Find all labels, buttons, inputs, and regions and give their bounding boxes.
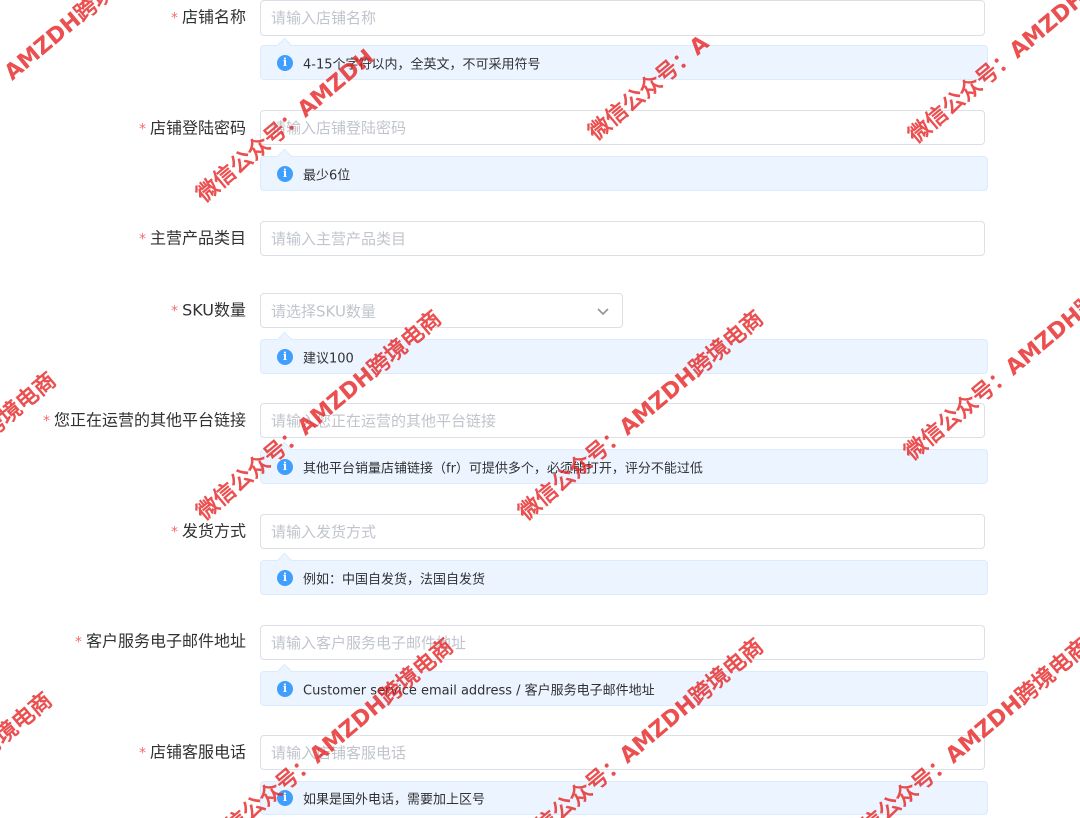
required-mark: * (171, 303, 179, 320)
required-mark: * (74, 634, 82, 651)
info-icon: i (277, 54, 293, 71)
sku-count-placeholder: 请选择SKU数量 (271, 302, 376, 320)
store-name-label-text: 店铺名称 (181, 7, 246, 27)
service-email-label-text: 客户服务电子邮件地址 (85, 631, 246, 651)
watermark-text: AMZDH跨境电商 (0, 0, 154, 86)
store-password-hint: i 最少6位 (260, 156, 988, 191)
required-mark: * (170, 10, 178, 27)
store-password-label-text: 店铺登陆密码 (149, 118, 246, 138)
sku-count-label-text: SKU数量 (182, 300, 246, 320)
service-phone-label-text: 店铺客服电话 (149, 742, 246, 762)
main-category-label: * 主营产品类目 (139, 229, 246, 250)
info-icon: i (277, 790, 293, 806)
shipping-method-hint-text: 例如：中国自发货，法国自发货 (303, 572, 486, 587)
other-platform-hint-text: 其他平台销量店铺链接（fr）可提供多个，必须能打开，评分不能过低 (303, 461, 703, 476)
main-category-label-text: 主营产品类目 (149, 228, 246, 248)
required-mark: * (42, 413, 50, 430)
shipping-method-label: * 发货方式 (171, 522, 246, 543)
info-icon: i (277, 458, 293, 475)
service-phone-label: * 店铺客服电话 (139, 743, 246, 764)
sku-count-select[interactable]: 请选择SKU数量 (260, 293, 623, 328)
service-email-hint: i Customer service email address / 客户服务电… (260, 671, 988, 706)
store-name-hint-text: 4-15个字符以内，全英文，不可采用符号 (303, 57, 541, 72)
info-icon: i (277, 348, 293, 365)
service-phone-hint-text: 如果是国外电话，需要加上区号 (303, 792, 486, 808)
info-icon: i (277, 680, 293, 697)
service-email-input[interactable] (260, 625, 985, 660)
watermark-text: 跨境电商 (0, 368, 62, 444)
service-email-hint-text: Customer service email address / 客户服务电子邮… (303, 683, 655, 698)
main-category-input[interactable] (260, 221, 985, 256)
info-icon: i (277, 569, 293, 586)
store-name-input[interactable] (260, 0, 985, 36)
store-password-label: * 店铺登陆密码 (139, 119, 246, 140)
other-platform-label-text: 您正在运营的其他平台链接 (53, 410, 246, 430)
service-phone-input[interactable] (260, 735, 985, 770)
store-name-label: * 店铺名称 (171, 8, 246, 29)
chevron-down-icon (597, 307, 609, 315)
watermark-text: 跨境电商 (0, 688, 58, 764)
required-mark: * (138, 745, 146, 762)
required-mark: * (138, 121, 146, 138)
required-mark: * (170, 524, 178, 541)
store-password-input[interactable] (260, 110, 985, 145)
other-platform-input[interactable] (260, 403, 985, 438)
shipping-method-label-text: 发货方式 (181, 521, 246, 541)
required-mark: * (138, 231, 146, 248)
shipping-method-hint: i 例如：中国自发货，法国自发货 (260, 560, 988, 595)
other-platform-label: * 您正在运营的其他平台链接 (43, 411, 246, 432)
service-email-label: * 客户服务电子邮件地址 (75, 632, 246, 653)
store-registration-form: *店铺名称 i 4-15个字符以内，全英文，不可采用符号 *店铺登陆密码 i 最… (0, 0, 1080, 818)
sku-count-hint: i 建议100 (260, 339, 988, 374)
shipping-method-input[interactable] (260, 514, 985, 549)
other-platform-hint: i 其他平台销量店铺链接（fr）可提供多个，必须能打开，评分不能过低 (260, 449, 988, 484)
store-name-hint: i 4-15个字符以内，全英文，不可采用符号 (260, 45, 988, 80)
info-icon: i (277, 165, 293, 182)
sku-count-hint-text: 建议100 (303, 351, 354, 366)
sku-count-label: * SKU数量 (171, 301, 246, 322)
store-password-hint-text: 最少6位 (303, 168, 351, 183)
service-phone-hint: i 如果是国外电话，需要加上区号 (260, 781, 988, 815)
